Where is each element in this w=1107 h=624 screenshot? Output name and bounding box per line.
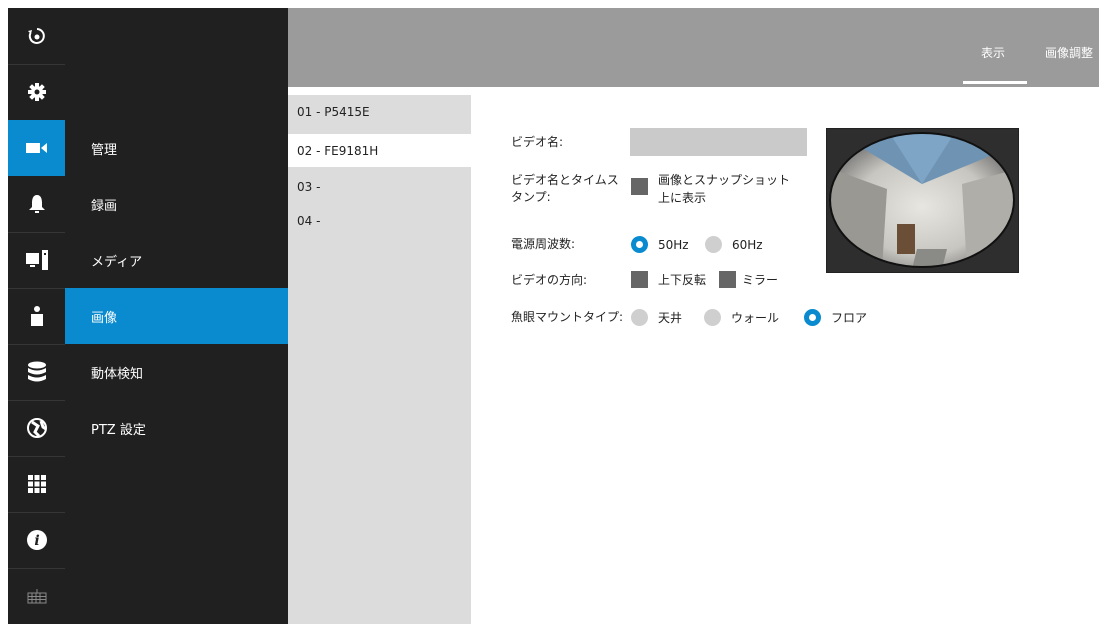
header-bar: 表示 画像調整 (288, 8, 1099, 87)
submenu-item-label: PTZ 設定 (91, 422, 146, 438)
gear-icon[interactable] (8, 64, 65, 120)
power-60hz-label: 60Hz (732, 238, 763, 252)
mount-ceiling-radio[interactable] (631, 309, 648, 326)
submenu-item-label: 動体検知 (91, 366, 144, 382)
settings-submenu: 管理 録画 メディア 画像 動体検知 PTZ 設定 (65, 8, 288, 624)
submenu-item-recording[interactable]: 録画 (65, 176, 288, 232)
video-name-input[interactable] (630, 128, 807, 156)
power-60hz-radio[interactable] (705, 236, 722, 253)
device-item-03[interactable]: 03 - (288, 170, 471, 203)
grid-icon[interactable] (8, 456, 65, 512)
submenu-item-label: メディア (91, 254, 143, 270)
video-orientation-label: ビデオの方向: (511, 273, 588, 287)
info-icon[interactable]: i (8, 512, 65, 568)
mirror-label: ミラー (742, 273, 779, 287)
device-item-02[interactable]: 02 - FE9181H (288, 134, 471, 167)
globe-icon[interactable] (8, 400, 65, 456)
bell-icon[interactable] (8, 176, 65, 232)
flip-label: 上下反転 (658, 273, 707, 287)
submenu-item-management[interactable]: 管理 (65, 120, 288, 176)
timestamp-checkbox[interactable] (631, 178, 648, 195)
power-50hz-radio[interactable] (631, 236, 648, 253)
video-name-label: ビデオ名: (511, 135, 564, 149)
tab-image-adjust[interactable]: 画像調整 (1045, 44, 1093, 61)
power-frequency-label: 電源周波数: (511, 237, 576, 251)
mount-floor-radio[interactable] (804, 309, 821, 326)
fisheye-preview (826, 128, 1019, 273)
submenu-item-image[interactable]: 画像 (65, 288, 288, 344)
device-item-label: 02 - FE9181H (297, 143, 379, 158)
submenu-item-motion-detection[interactable]: 動体検知 (65, 344, 288, 400)
mount-wall-label: ウォール (731, 311, 780, 325)
video-camera-icon[interactable] (8, 120, 65, 176)
timestamp-label-line1: ビデオ名とタイムス (511, 173, 619, 187)
monitor-icon[interactable] (8, 232, 65, 288)
submenu-item-label: 録画 (91, 198, 118, 214)
mount-ceiling-label: 天井 (658, 311, 683, 325)
mount-wall-radio[interactable] (704, 309, 721, 326)
submenu-item-label: 管理 (91, 142, 118, 158)
mirror-checkbox[interactable] (719, 271, 736, 288)
submenu-item-label: 画像 (91, 310, 118, 326)
mount-floor-label: フロア (831, 311, 868, 325)
database-icon[interactable] (8, 344, 65, 400)
device-item-01[interactable]: 01 - P5415E (288, 95, 471, 128)
active-tab-indicator (963, 81, 1027, 84)
timestamp-label-line2: タンプ: (511, 190, 551, 204)
fisheye-mount-label: 魚眼マウントタイプ: (511, 310, 624, 324)
svg-text:i: i (34, 533, 39, 549)
timestamp-option-line1: 画像とスナップショット (658, 173, 791, 187)
tab-display[interactable]: 表示 (981, 44, 1005, 61)
image-settings-panel: ビデオ名: ビデオ名とタイムス タンプ: 画像とスナップショット 上に表示 電源… (471, 87, 1099, 624)
icon-rail: i (8, 8, 65, 624)
timestamp-option-line2: 上に表示 (658, 191, 707, 205)
power-50hz-label: 50Hz (658, 238, 689, 252)
person-icon[interactable] (8, 288, 65, 344)
device-list: 01 - P5415E 02 - FE9181H 03 - 04 - (288, 95, 471, 624)
flip-checkbox[interactable] (631, 271, 648, 288)
refresh-eye-icon[interactable] (8, 8, 65, 64)
device-item-04[interactable]: 04 - (288, 204, 471, 237)
app-window: i 管理 録画 メディア 画像 動体検知 PTZ 設定 表示 画像調整 01 -… (8, 8, 1099, 624)
keyboard-icon[interactable] (8, 568, 65, 624)
submenu-item-media[interactable]: メディア (65, 232, 288, 288)
device-item-label: 01 - P5415E (297, 104, 370, 119)
device-item-label: 04 - (297, 213, 321, 228)
device-item-label: 03 - (297, 179, 321, 194)
submenu-item-ptz-settings[interactable]: PTZ 設定 (65, 400, 288, 456)
